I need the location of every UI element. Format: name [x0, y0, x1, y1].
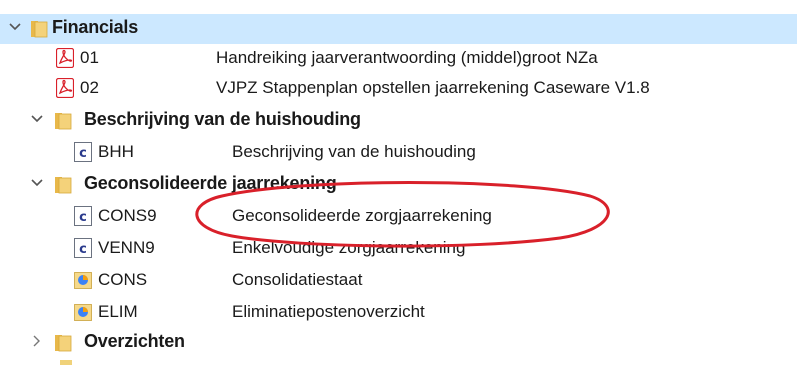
tree-group-beschrijving[interactable]: Beschrijving van de huishouding — [0, 106, 797, 136]
item-description: VJPZ Stappenplan opstellen jaarrekening … — [216, 78, 650, 97]
svg-text:c: c — [79, 242, 87, 257]
tree-item[interactable]: ELIM Eliminatiepostenoverzicht — [0, 298, 797, 328]
group-label: Financials — [52, 17, 139, 37]
svg-text:c: c — [79, 210, 87, 225]
tree-item[interactable]: c CONS9 Geconsolideerde zorgjaarrekening — [0, 202, 797, 232]
tree-item[interactable]: c VENN9 Enkelvoudige zorgjaarrekening — [0, 234, 797, 264]
svg-text:c: c — [79, 146, 87, 161]
folder-icon — [30, 19, 48, 39]
folder-icon — [54, 333, 72, 353]
item-code: CONS — [98, 270, 148, 289]
worksheet-icon — [74, 270, 92, 290]
document-c-icon: c — [74, 142, 92, 162]
folder-icon — [54, 175, 72, 195]
pdf-icon — [55, 77, 75, 99]
item-code: CONS9 — [98, 206, 157, 225]
document-c-icon: c — [74, 238, 92, 258]
document-c-icon: c — [74, 206, 92, 226]
tree-group-geconsolideerde[interactable]: Geconsolideerde jaarrekening — [0, 170, 797, 200]
item-description: Handreiking jaarverantwoording (middel)g… — [216, 48, 598, 67]
item-code: VENN9 — [98, 238, 155, 257]
item-description: Enkelvoudige zorgjaarrekening — [232, 238, 466, 257]
document-tree: Financials 01 Handreiking jaarverantwoor… — [0, 0, 797, 365]
chevron-down-icon[interactable] — [30, 112, 44, 126]
folder-icon — [54, 111, 72, 131]
chevron-down-icon[interactable] — [30, 176, 44, 190]
group-label: Geconsolideerde jaarrekening — [84, 173, 337, 193]
chevron-down-icon[interactable] — [8, 20, 22, 34]
partial-folder-icon — [60, 360, 72, 365]
tree-group-overzichten[interactable]: Overzichten — [0, 328, 797, 358]
tree-group-financials[interactable]: Financials — [0, 14, 797, 44]
tree-item[interactable]: 02 VJPZ Stappenplan opstellen jaarrekeni… — [0, 74, 797, 104]
group-label: Overzichten — [84, 331, 185, 351]
pdf-icon — [55, 47, 75, 69]
item-code: 01 — [80, 48, 99, 67]
item-description: Eliminatiepostenoverzicht — [232, 302, 425, 321]
worksheet-icon — [74, 302, 92, 322]
chevron-right-icon[interactable] — [30, 334, 44, 348]
tree-item[interactable]: CONS Consolidatiestaat — [0, 266, 797, 296]
tree-item[interactable]: c BHH Beschrijving van de huishouding — [0, 138, 797, 168]
item-code: 02 — [80, 78, 99, 97]
item-code: ELIM — [98, 302, 138, 321]
item-description: Beschrijving van de huishouding — [232, 142, 476, 161]
tree-item[interactable]: 01 Handreiking jaarverantwoording (midde… — [0, 44, 797, 74]
item-description: Consolidatiestaat — [232, 270, 363, 289]
group-label: Beschrijving van de huishouding — [84, 109, 361, 129]
item-code: BHH — [98, 142, 134, 161]
item-description: Geconsolideerde zorgjaarrekening — [232, 206, 492, 225]
